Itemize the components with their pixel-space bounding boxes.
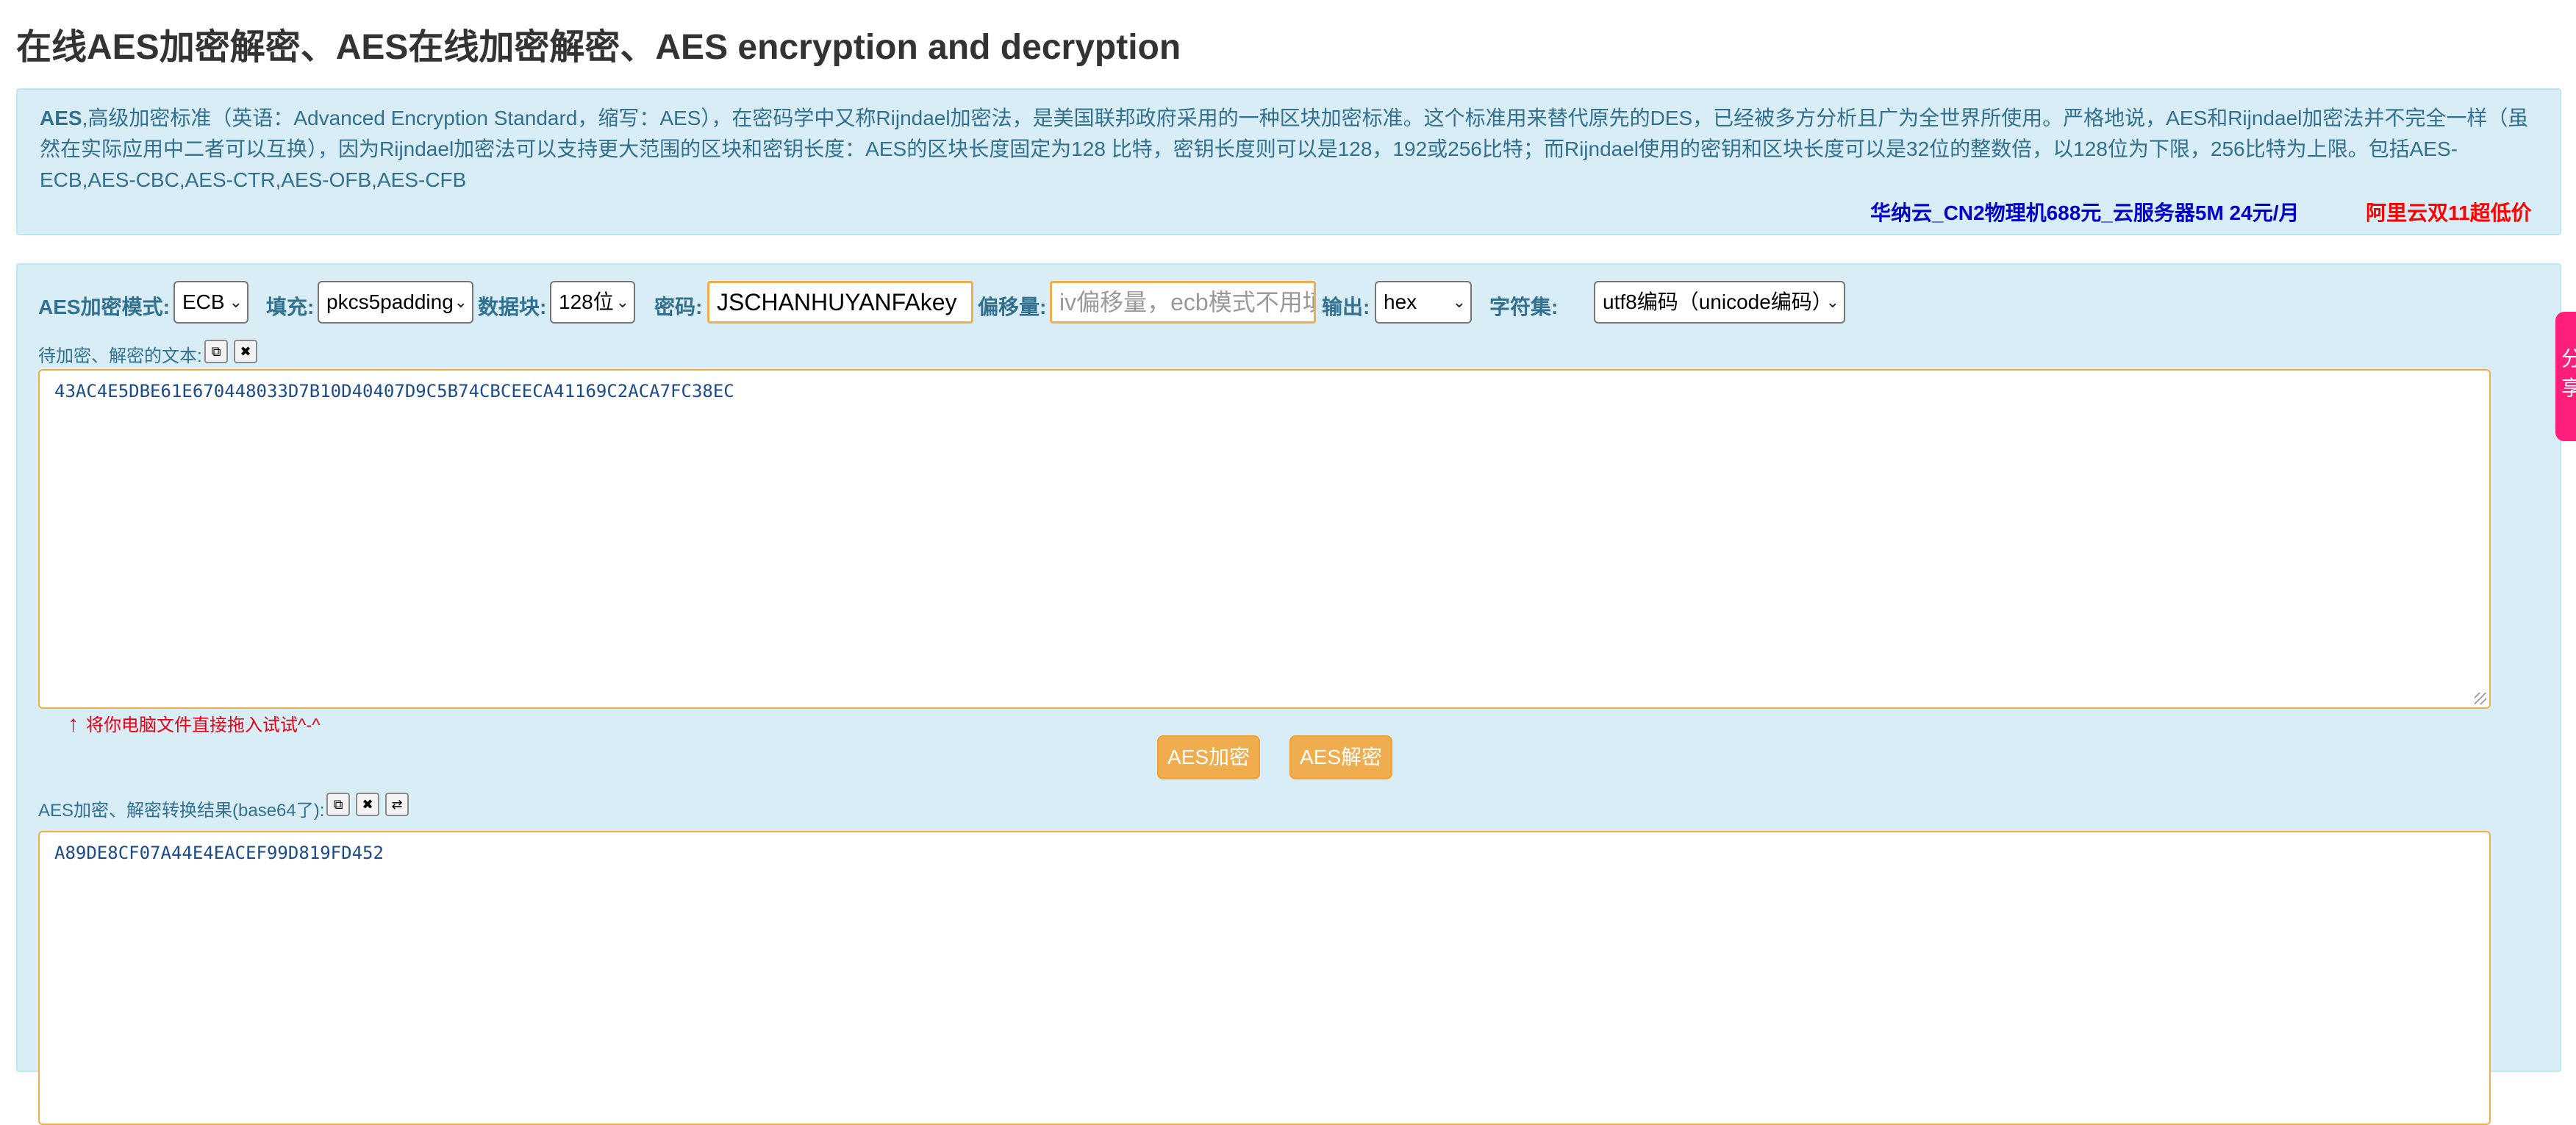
iv-label: 偏移量: — [978, 296, 1047, 318]
output-result-label: AES加密、解密转换结果(base64了): — [38, 801, 325, 821]
charset-label: 字符集: — [1489, 296, 1559, 318]
block-label: 数据块: — [478, 296, 547, 318]
resize-handle[interactable] — [2475, 693, 2486, 704]
chevron-down-icon: ⌄ — [1452, 293, 1466, 311]
iv-input[interactable]: iv偏移量，ecb模式不用填写！ — [1050, 281, 1316, 324]
key-value: JSCHANHUYANFAkey — [717, 289, 957, 315]
input-label: 待加密、解密的文本: — [38, 346, 202, 366]
chevron-down-icon: ⌄ — [615, 293, 629, 311]
decrypt-button[interactable]: AES解密 — [1289, 735, 1392, 779]
encrypt-button[interactable]: AES加密 — [1157, 735, 1260, 779]
drag-hint: ↑ 将你电脑文件直接拖入试试^-^ — [68, 710, 321, 737]
output-value: hex — [1384, 290, 1417, 313]
share-side-tab[interactable]: 分享 — [2555, 312, 2576, 441]
padding-value: pkcs5padding — [326, 290, 454, 313]
chevron-down-icon: ⌄ — [454, 293, 468, 311]
mode-value: ECB — [182, 290, 225, 313]
intro-text: AES,高级加密标准（英语：Advanced Encryption Standa… — [40, 103, 2539, 196]
clear-output-button[interactable]: ✖ — [356, 793, 379, 816]
padding-label: 填充: — [266, 296, 315, 318]
share-tab-text: 分享 — [2561, 347, 2576, 399]
key-label: 密码: — [654, 296, 703, 318]
clear-input-button[interactable]: ✖ — [234, 340, 257, 363]
close-icon: ✖ — [240, 344, 251, 359]
copy-icon: ⧉ — [211, 344, 221, 359]
charset-select[interactable]: utf8编码（unicode编码） ⌄ — [1594, 281, 1845, 324]
intro-body: ,高级加密标准（英语：Advanced Encryption Standard，… — [40, 107, 2529, 191]
arrow-up-icon: ↑ — [68, 712, 79, 736]
intro-panel: AES,高级加密标准（英语：Advanced Encryption Standa… — [16, 88, 2561, 235]
output-label: 输出: — [1322, 296, 1370, 318]
copy-output-button[interactable]: ⧉ — [326, 793, 350, 816]
swap-icon: ⇄ — [391, 797, 403, 812]
padding-select[interactable]: pkcs5padding ⌄ — [318, 281, 473, 324]
input-textarea[interactable]: 43AC4E5DBE61E670448033D7B10D40407D9C5B74… — [38, 369, 2491, 709]
output-select[interactable]: hex ⌄ — [1375, 281, 1472, 324]
tool-panel: AES加密模式: ECB ⌄ 填充: pkcs5padding ⌄ 数据块: 1… — [16, 263, 2561, 1125]
promo-link-huanayun[interactable]: 华纳云_CN2物理机688元_云服务器5M 24元/月 — [1870, 197, 2299, 226]
key-input[interactable]: JSCHANHUYANFAkey — [707, 281, 973, 324]
output-textarea[interactable]: A89DE8CF07A44E4EACEF99D819FD452 — [38, 831, 2491, 1125]
promo-link-aliyun[interactable]: 阿里云双11超低价 — [2366, 197, 2532, 226]
close-icon: ✖ — [362, 797, 373, 812]
copy-icon: ⧉ — [333, 797, 343, 812]
block-select[interactable]: 128位 ⌄ — [550, 281, 635, 324]
output-text: A89DE8CF07A44E4EACEF99D819FD452 — [54, 843, 384, 863]
chevron-down-icon: ⌄ — [1825, 293, 1839, 311]
swap-button[interactable]: ⇄ — [385, 793, 409, 816]
intro-lead: AES — [40, 107, 82, 129]
charset-value: utf8编码（unicode编码） — [1603, 290, 1833, 313]
copy-input-button[interactable]: ⧉ — [204, 340, 228, 363]
block-value: 128位 — [559, 290, 614, 313]
drag-hint-text: 将你电脑文件直接拖入试试^-^ — [86, 715, 321, 735]
mode-label: AES加密模式: — [38, 296, 170, 318]
iv-placeholder: iv偏移量，ecb模式不用填写！ — [1059, 289, 1314, 315]
mode-select[interactable]: ECB ⌄ — [173, 281, 248, 324]
input-text: 43AC4E5DBE61E670448033D7B10D40407D9C5B74… — [54, 381, 734, 401]
chevron-down-icon: ⌄ — [229, 293, 243, 311]
page-title: 在线AES加密解密、AES在线加密解密、AES encryption and d… — [16, 28, 1181, 67]
